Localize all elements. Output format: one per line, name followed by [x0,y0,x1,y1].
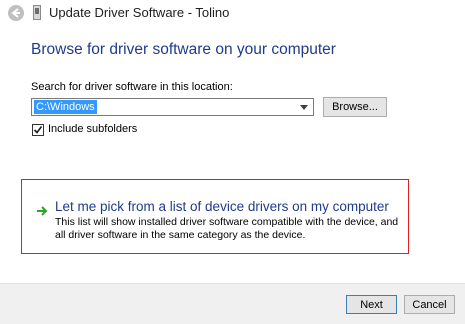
next-button[interactable]: Next [346,295,397,314]
device-icon [33,5,41,20]
include-subfolders-label: Include subfolders [48,123,138,135]
cancel-button[interactable]: Cancel [404,295,455,314]
browse-button[interactable]: Browse... [323,97,387,117]
pick-from-list-link[interactable]: Let me pick from a list of device driver… [55,199,389,214]
search-location-label: Search for driver software in this locat… [31,81,233,93]
green-arrow-icon[interactable] [36,202,48,216]
include-subfolders-checkbox[interactable] [32,124,44,136]
checkmark-icon [33,126,43,134]
path-combobox[interactable]: C:\Windows [31,98,314,116]
window-title: Update Driver Software - Tolino [49,5,230,20]
pick-from-list-description: This list will show installed driver sof… [55,216,399,241]
title-bar: Update Driver Software - Tolino [0,0,465,26]
back-arrow-icon[interactable] [8,5,24,21]
path-input-value[interactable]: C:\Windows [34,100,97,114]
chevron-down-icon[interactable] [297,99,311,115]
page-heading: Browse for driver software on your compu… [31,41,336,58]
